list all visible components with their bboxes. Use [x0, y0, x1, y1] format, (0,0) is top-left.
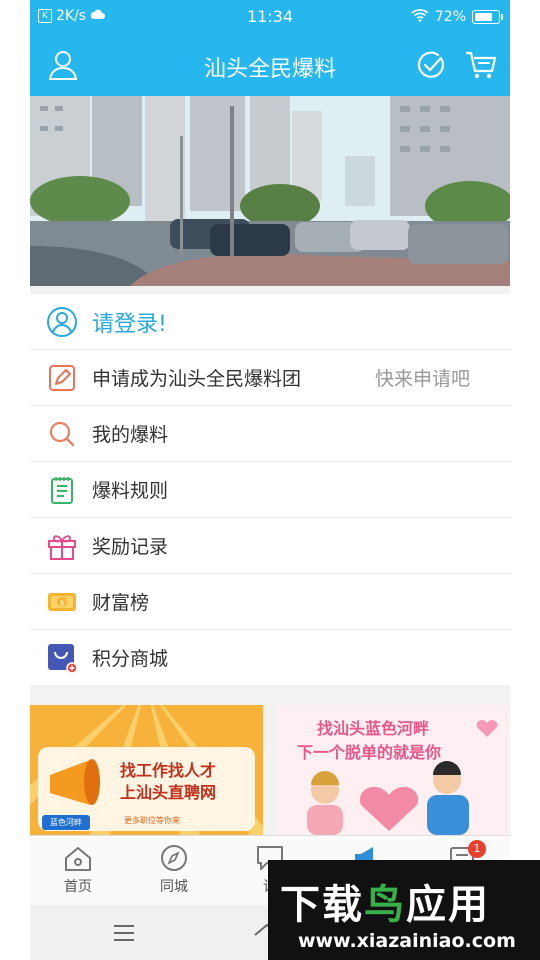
menu-list: 请登录! 申请成为汕头全民爆料团 快来申请吧 我的爆料 爆料规则 奖励记录 $ … — [30, 294, 510, 685]
compass-icon — [159, 845, 189, 876]
home-icon — [62, 847, 94, 876]
my-reports-label: 我的爆料 — [92, 424, 169, 446]
rules-row[interactable]: 爆料规则 — [30, 462, 510, 518]
job-ad-headline-2: 上汕头直聘网 — [120, 783, 217, 802]
rewards-label: 奖励记录 — [92, 536, 169, 558]
apply-hint: 快来申请吧 — [374, 368, 470, 390]
ad-job-banner[interactable]: 找工作找人才 上汕头直聘网 蓝色河畔 更多职位等你来 — [30, 705, 263, 835]
job-ad-headline-1: 找工作找人才 — [120, 761, 217, 780]
wifi-icon — [411, 8, 429, 26]
cart-icon[interactable] — [464, 48, 498, 82]
svg-text:$: $ — [59, 598, 64, 607]
edit-icon — [46, 362, 78, 394]
ad-section: 找工作找人才 上汕头直聘网 蓝色河畔 更多职位等你来 找汕头蓝色河畔 下一个脱单… — [30, 705, 510, 835]
job-ad-sub: 更多职位等你来 — [124, 816, 180, 825]
menu-icon[interactable] — [112, 923, 136, 947]
watermark: 下载鸟应用 www.xiazainiao.com — [268, 860, 540, 960]
money-icon: $ — [46, 586, 78, 618]
shopping-bag-icon — [46, 642, 78, 674]
shop-row[interactable]: 积分商城 — [30, 630, 510, 685]
watermark-title-3: 应用 — [406, 882, 490, 928]
battery-percent: 72% — [434, 9, 466, 25]
checkin-icon[interactable] — [414, 48, 448, 82]
search-icon — [46, 418, 78, 450]
watermark-url: www.xiazainiao.com — [298, 930, 516, 952]
tab-home[interactable]: 首页 — [30, 844, 126, 896]
notification-badge: 1 — [468, 840, 486, 858]
user-circle-icon — [46, 306, 78, 338]
job-ad-tag: 蓝色河畔 — [42, 815, 90, 830]
banner-image[interactable] — [30, 96, 510, 286]
status-bar: K 2K/s 11:34 72% — [30, 0, 510, 34]
watermark-title-1: 下载 — [280, 882, 364, 928]
tab-city-label: 同城 — [160, 879, 188, 895]
ad-dating-banner[interactable]: 找汕头蓝色河畔 下一个脱单的就是你 — [277, 705, 510, 835]
watermark-title-2: 鸟 — [364, 882, 406, 928]
gift-icon — [46, 530, 78, 562]
my-reports-row[interactable]: 我的爆料 — [30, 406, 510, 462]
login-row[interactable]: 请登录! — [30, 294, 510, 350]
wealth-label: 财富榜 — [92, 592, 150, 614]
tab-home-label: 首页 — [64, 879, 92, 895]
apply-row[interactable]: 申请成为汕头全民爆料团 快来申请吧 — [30, 350, 510, 406]
login-label: 请登录! — [92, 311, 167, 337]
app-header: 汕头全民爆料 — [30, 34, 510, 96]
phone-screen: K 2K/s 11:34 72% 汕头全民爆料 请登录! 申请成为汕头全民爆料团… — [30, 0, 510, 960]
wealth-row[interactable]: $ 财富榜 — [30, 574, 510, 630]
tab-city[interactable]: 同城 — [126, 844, 222, 896]
apply-label: 申请成为汕头全民爆料团 — [92, 368, 302, 390]
shop-label: 积分商城 — [92, 648, 169, 670]
battery-icon — [472, 10, 503, 24]
rewards-row[interactable]: 奖励记录 — [30, 518, 510, 574]
rules-label: 爆料规则 — [92, 480, 169, 502]
notebook-icon — [46, 474, 78, 506]
